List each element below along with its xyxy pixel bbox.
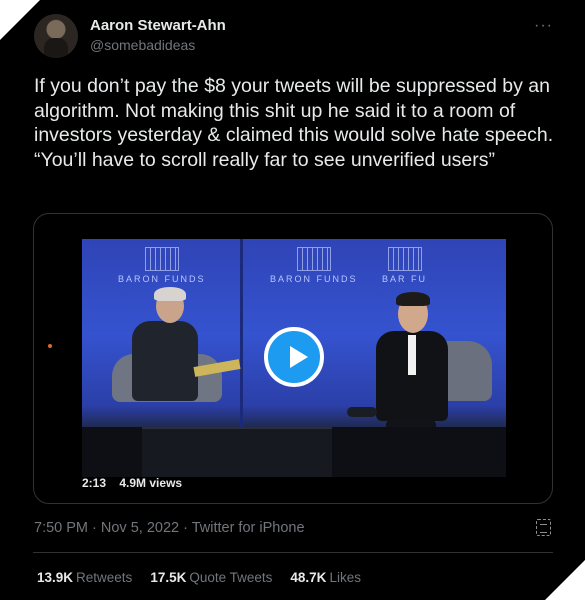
interviewer-figure (132, 287, 202, 419)
quote-tweets-label: Quote Tweets (189, 570, 273, 585)
tweet-stats: 13.9K Retweets 17.5K Quote Tweets 48.7K Lik… (37, 570, 361, 585)
page-dot (48, 344, 52, 348)
likes-count: 48.7K (290, 570, 327, 585)
author-handle[interactable]: @somebadideas (90, 37, 195, 53)
tweet-timestamp[interactable]: 7:50 PM · Nov 5, 2022 · Twitter for iPho… (34, 520, 305, 536)
retweets-count: 13.9K (37, 570, 74, 585)
baron-funds-logo: BARON FUNDS (118, 247, 206, 285)
likes-stat[interactable]: 48.7K Likes (290, 570, 361, 585)
building-icon (387, 247, 422, 271)
more-options-icon[interactable]: ··· (534, 17, 553, 35)
divider (33, 552, 553, 553)
stage-screen-divider (240, 239, 243, 429)
building-icon (144, 247, 179, 271)
retweets-label: Retweets (76, 570, 133, 585)
video-player[interactable]: BARON FUNDS BARON FUNDS BAR FU (82, 239, 506, 477)
baron-funds-logo: BARON FUNDS (270, 247, 358, 285)
quote-tweets-count: 17.5K (150, 570, 187, 585)
play-button[interactable] (264, 327, 324, 387)
video-meta: 2:13 4.9M views (82, 476, 192, 490)
quote-tweets-stat[interactable]: 17.5K Quote Tweets (150, 570, 272, 585)
corner-decoration-bottom-right (545, 560, 585, 600)
tweet-text: If you don’t pay the $8 your tweets will… (34, 75, 554, 171)
author-name[interactable]: Aaron Stewart-Ahn (90, 17, 226, 34)
analytics-icon[interactable] (536, 519, 551, 536)
likes-label: Likes (329, 570, 361, 585)
logo-text: BARON FUNDS (118, 274, 206, 284)
logo-text: BAR FU (382, 274, 428, 284)
video-views: 4.9M views (119, 476, 183, 490)
avatar[interactable] (34, 14, 78, 58)
retweets-stat[interactable]: 13.9K Retweets (37, 570, 132, 585)
stage-table (142, 427, 332, 477)
baron-funds-logo: BAR FU (382, 247, 427, 285)
logo-text: BARON FUNDS (270, 274, 358, 284)
building-icon (296, 247, 331, 271)
video-duration: 2:13 (82, 476, 107, 490)
microphone (347, 407, 377, 417)
video-card[interactable]: BARON FUNDS BARON FUNDS BAR FU 2:13 4.9M… (33, 213, 553, 504)
